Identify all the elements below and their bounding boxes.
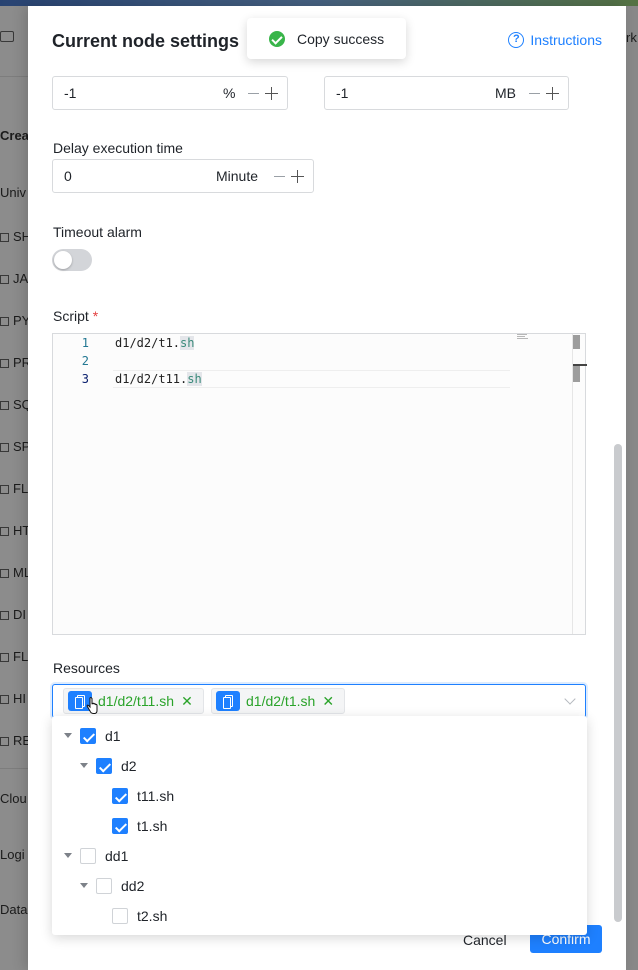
editor-scroll-thumb[interactable] — [573, 366, 580, 382]
cpu-quota-value: -1 — [64, 85, 77, 101]
chevron-down-icon[interactable] — [565, 695, 575, 705]
tree-checkbox[interactable] — [96, 878, 112, 894]
instructions-link[interactable]: ? Instructions — [508, 32, 602, 48]
copy-success-toast: Copy success — [247, 18, 406, 59]
tree-node-dd2[interactable]: dd2 — [52, 871, 587, 901]
resource-tag[interactable]: d1/d2/t1.sh ✕ — [211, 688, 345, 714]
line-number: 1 — [81, 336, 89, 350]
cpu-quota-unit: % — [223, 85, 236, 101]
plus-icon[interactable] — [546, 87, 559, 100]
check-circle-icon — [269, 31, 285, 47]
timeout-label: Timeout alarm — [53, 224, 142, 240]
tree-node-label: d1 — [105, 728, 121, 744]
tree-node-t11[interactable]: t11.sh — [52, 781, 587, 811]
tree-node-dd1[interactable]: dd1 — [52, 841, 587, 871]
code-line: 3 d1/d2/t11.sh — [53, 370, 511, 388]
tree-checkbox[interactable] — [112, 818, 128, 834]
tree-node-t1[interactable]: t1.sh — [52, 811, 587, 841]
close-icon[interactable]: ✕ — [321, 693, 335, 710]
required-mark: * — [92, 308, 99, 324]
delay-input[interactable]: 0 Minute — [52, 159, 314, 193]
switch-knob — [54, 251, 72, 269]
caret-down-icon[interactable] — [80, 883, 88, 888]
tree-node-label: dd2 — [121, 878, 145, 894]
editor-minimap[interactable] — [517, 334, 529, 340]
tree-node-label: t2.sh — [137, 908, 168, 924]
cpu-quota-input[interactable]: -1 % — [52, 76, 288, 110]
tree-node-label: t11.sh — [137, 788, 175, 804]
tree-node-d1[interactable]: d1 — [52, 721, 587, 751]
timeout-switch[interactable] — [52, 249, 92, 271]
instructions-label: Instructions — [530, 32, 602, 48]
resources-select[interactable]: d1/d2/t11.sh ✕ d1/d2/t1.sh ✕ — [52, 684, 586, 718]
caret-down-icon[interactable] — [64, 733, 72, 738]
plus-icon[interactable] — [265, 87, 278, 100]
toast-message: Copy success — [297, 31, 385, 47]
delay-value: 0 — [64, 168, 72, 184]
close-icon[interactable]: ✕ — [180, 693, 194, 710]
question-icon: ? — [508, 32, 525, 48]
hand-cursor-icon — [86, 697, 98, 714]
drawer-title: Current node settings — [52, 31, 240, 51]
tree-node-label: d2 — [121, 758, 137, 774]
line-number: 2 — [81, 354, 89, 368]
tree-checkbox[interactable] — [80, 848, 96, 864]
script-editor[interactable]: 1 d1/d2/t1.sh 2 3 d1/d2/t11.sh — [52, 333, 587, 635]
script-label: Script * — [53, 308, 99, 324]
memory-max-value: -1 — [336, 85, 349, 101]
tree-node-d2[interactable]: d2 — [52, 751, 587, 781]
plus-icon[interactable] — [291, 170, 304, 183]
resource-tag[interactable]: d1/d2/t11.sh ✕ — [63, 688, 204, 714]
delay-label: Delay execution time — [53, 140, 183, 156]
minus-icon[interactable] — [529, 93, 540, 95]
minus-icon[interactable] — [248, 93, 259, 95]
tree-checkbox[interactable] — [96, 758, 112, 774]
line-number: 3 — [81, 372, 89, 386]
delay-unit: Minute — [216, 168, 259, 184]
tree-checkbox[interactable] — [80, 728, 96, 744]
tree-node-label: t1.sh — [137, 818, 168, 834]
resource-tag-label: d1/d2/t1.sh — [246, 693, 316, 709]
memory-max-input[interactable]: -1 MB — [324, 76, 569, 110]
resource-tag-label: d1/d2/t11.sh — [98, 693, 175, 709]
drawer-scrollbar[interactable] — [614, 444, 622, 922]
caret-down-icon[interactable] — [64, 853, 72, 858]
resources-tree-dropdown: d1 d2 t11.sh t1.sh dd1 dd2 t2.sh — [52, 716, 587, 935]
tree-node-label: dd1 — [105, 848, 129, 864]
caret-down-icon[interactable] — [80, 763, 88, 768]
memory-max-unit: MB — [495, 85, 516, 101]
tree-node-t2[interactable]: t2.sh — [52, 901, 587, 931]
resources-label: Resources — [53, 660, 120, 676]
minus-icon[interactable] — [274, 176, 285, 178]
code-line: 2 — [53, 352, 511, 370]
code-line: 1 d1/d2/t1.sh — [53, 334, 511, 352]
tree-checkbox[interactable] — [112, 788, 128, 804]
copy-icon[interactable] — [216, 691, 240, 711]
editor-scroll-thumb[interactable] — [573, 335, 580, 349]
tree-checkbox[interactable] — [112, 908, 128, 924]
